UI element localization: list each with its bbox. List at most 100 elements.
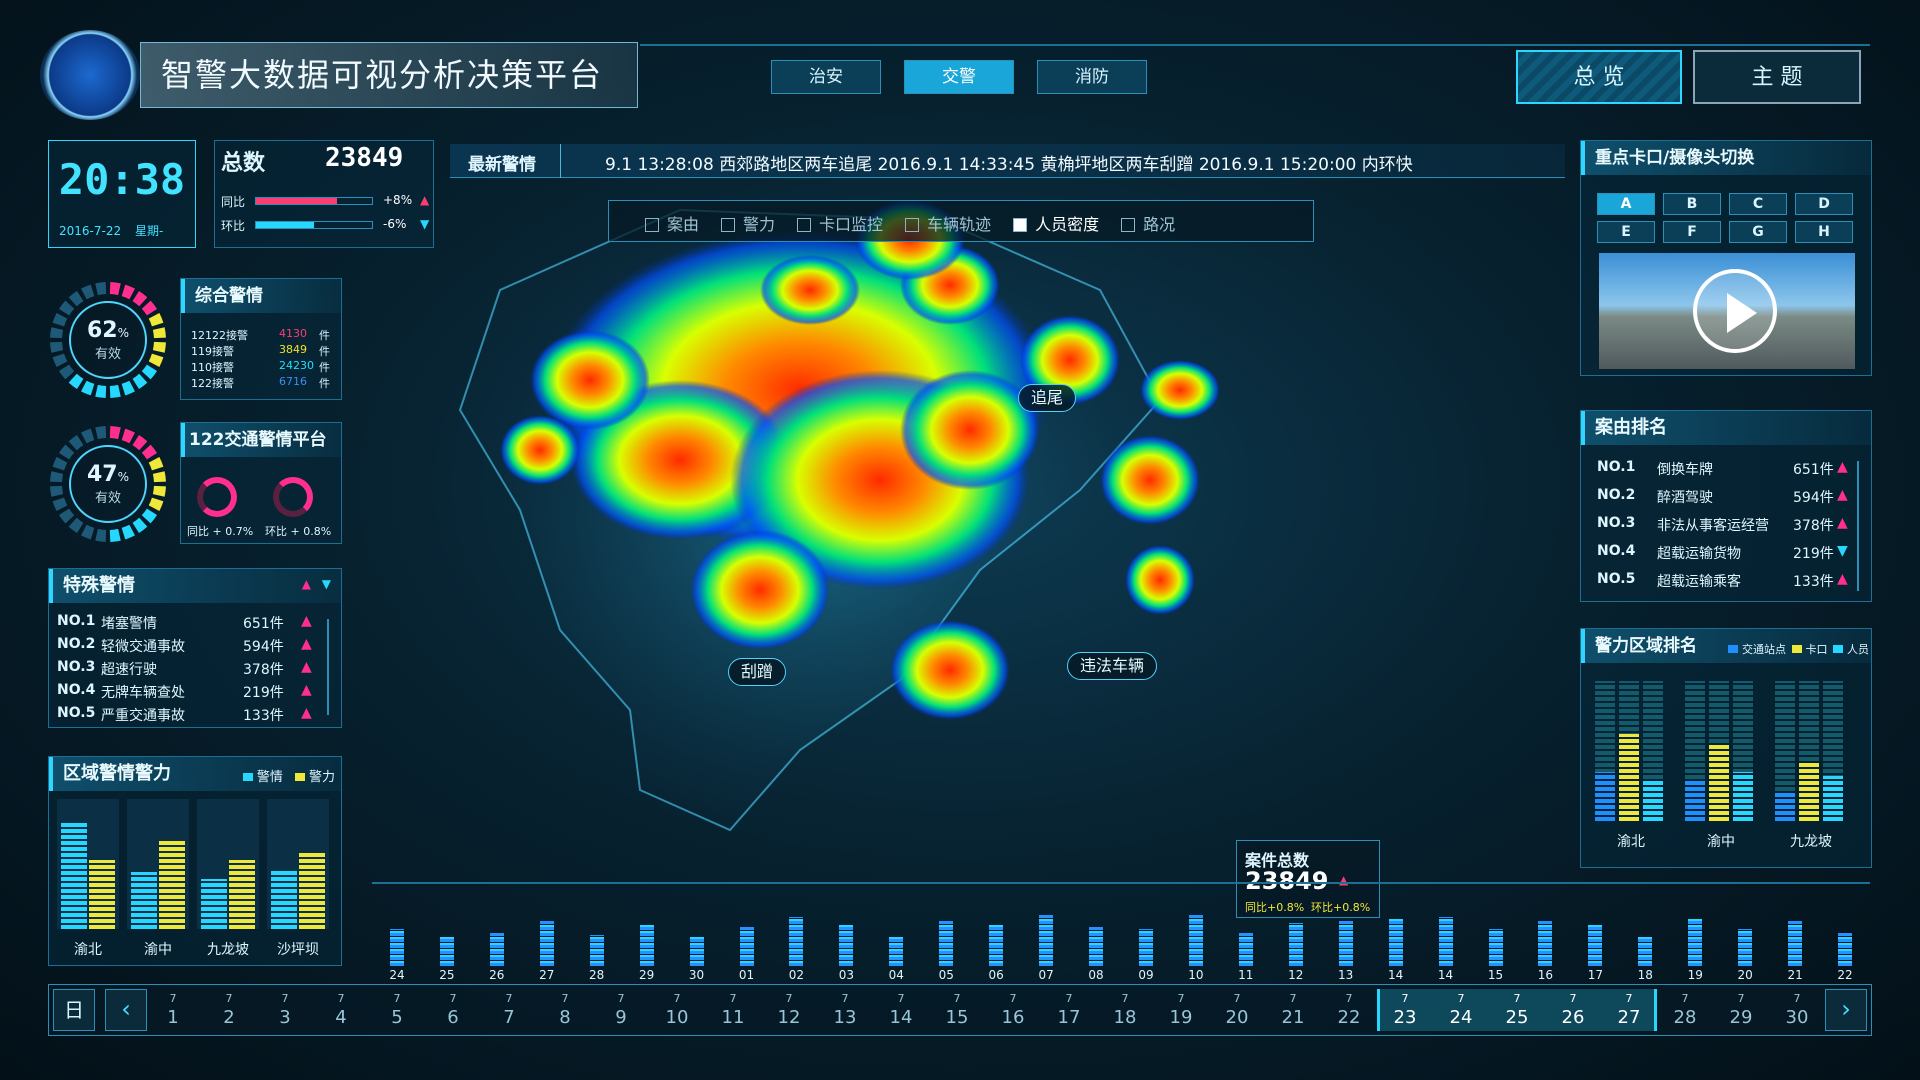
timeline-bar[interactable]: [639, 925, 654, 966]
date-cell[interactable]: 76: [425, 989, 481, 1031]
date-cell[interactable]: 7 18: [1097, 989, 1153, 1031]
theme-button[interactable]: 主 题: [1693, 50, 1861, 104]
timeline-bar[interactable]: [1688, 918, 1703, 966]
anyou-scrollbar[interactable]: [1857, 461, 1859, 591]
date-cell[interactable]: 79: [593, 989, 649, 1031]
date-cell[interactable]: 7 28: [1657, 989, 1713, 1031]
teshu-scrollbar[interactable]: [327, 619, 329, 715]
filter-5[interactable]: 路况: [1121, 211, 1175, 235]
timeline-bar[interactable]: [1438, 916, 1453, 966]
rank-row[interactable]: NO.1 堵塞警情 651件 ▲: [57, 613, 317, 635]
timeline-bar[interactable]: [789, 916, 804, 966]
map-tag-illegal-vehicle[interactable]: 违法车辆: [1067, 652, 1158, 680]
timeline-bar[interactable]: [689, 937, 704, 966]
date-cell[interactable]: 7 14: [873, 989, 929, 1031]
checkbox-icon[interactable]: [721, 218, 736, 232]
camera-button[interactable]: H: [1795, 221, 1853, 243]
timeline-bar[interactable]: [1588, 925, 1603, 966]
timeline-bar[interactable]: [1788, 920, 1803, 966]
timeline-bar[interactable]: [1738, 929, 1753, 966]
date-cell[interactable]: 7 19: [1153, 989, 1209, 1031]
date-cell[interactable]: 7 27: [1601, 989, 1657, 1031]
timeline-bar[interactable]: [939, 920, 954, 966]
date-cell[interactable]: 7 12: [761, 989, 817, 1031]
date-cell[interactable]: 77: [481, 989, 537, 1031]
date-cell[interactable]: 71: [145, 989, 201, 1031]
date-cell[interactable]: 7 20: [1209, 989, 1265, 1031]
camera-button[interactable]: A: [1597, 193, 1655, 215]
rank-row[interactable]: NO.2 轻微交通事故 594件 ▲: [57, 636, 317, 658]
filter-4[interactable]: 人员密度: [1013, 211, 1099, 235]
camera-button[interactable]: C: [1729, 193, 1787, 215]
checkbox-icon[interactable]: [645, 218, 659, 232]
map-tag-scrape[interactable]: 刮蹭: [728, 658, 787, 686]
date-cell[interactable]: 73: [257, 989, 313, 1031]
checkbox-icon[interactable]: [1121, 218, 1136, 232]
rank-row[interactable]: NO.1 倒换车牌 651件 ▲: [1597, 459, 1848, 481]
checkbox-icon[interactable]: [797, 218, 812, 232]
timeline-bar[interactable]: [1039, 915, 1054, 966]
timeline-bar[interactable]: [439, 937, 454, 966]
timeline-bar[interactable]: [1638, 937, 1653, 966]
map-tag-rear-end[interactable]: 追尾: [1018, 384, 1077, 412]
rank-row[interactable]: NO.3 超速行驶 378件 ▲: [57, 659, 317, 681]
date-cell[interactable]: 74: [313, 989, 369, 1031]
overview-button[interactable]: 总 览: [1516, 50, 1682, 104]
tab-zhian[interactable]: 治安: [771, 60, 881, 94]
timeline-bar[interactable]: [1388, 918, 1403, 966]
filter-3[interactable]: 车辆轨迹: [905, 211, 991, 235]
rank-row[interactable]: NO.4 无牌车辆查处 219件 ▲: [57, 682, 317, 704]
timeline-bar[interactable]: [1538, 920, 1553, 966]
camera-video-feed[interactable]: [1599, 253, 1855, 369]
timeline-bar[interactable]: [1338, 920, 1353, 966]
timeline-bar[interactable]: [739, 926, 754, 966]
filter-1[interactable]: 警力: [721, 211, 775, 235]
timeline-bar[interactable]: [989, 925, 1004, 966]
timeline-bar[interactable]: [489, 933, 504, 966]
timeline-bar[interactable]: [1188, 915, 1203, 966]
date-cell[interactable]: 7 26: [1545, 989, 1601, 1031]
date-cell[interactable]: 7 11: [705, 989, 761, 1031]
date-cell[interactable]: 7 24: [1433, 989, 1489, 1031]
checkbox-icon[interactable]: [1013, 218, 1028, 232]
date-cell[interactable]: 72: [201, 989, 257, 1031]
timeline-bar[interactable]: [1138, 929, 1153, 966]
date-cell[interactable]: 7 17: [1041, 989, 1097, 1031]
tab-xiaofang[interactable]: 消防: [1037, 60, 1147, 94]
date-cell[interactable]: 7 15: [929, 989, 985, 1031]
date-cell[interactable]: 7 25: [1489, 989, 1545, 1031]
timeline-bar[interactable]: [839, 925, 854, 966]
rank-row[interactable]: NO.3 非法从事客运经营 378件 ▲: [1597, 515, 1848, 537]
timeline-bar[interactable]: [1838, 933, 1853, 966]
checkbox-icon[interactable]: [905, 218, 920, 232]
date-cell[interactable]: 7 10: [649, 989, 705, 1031]
timeline-bar[interactable]: [539, 920, 554, 966]
camera-button[interactable]: E: [1597, 221, 1655, 243]
timeline-bar[interactable]: [889, 937, 904, 966]
tab-jiaojing[interactable]: 交警: [904, 60, 1014, 94]
timeline-bar[interactable]: [389, 929, 404, 966]
date-cell[interactable]: 7 29: [1713, 989, 1769, 1031]
rank-row[interactable]: NO.5 超载运输乘客 133件 ▲: [1597, 571, 1848, 593]
rank-row[interactable]: NO.4 超载运输货物 219件 ▼: [1597, 543, 1848, 565]
prev-arrow-icon[interactable]: ‹: [105, 989, 147, 1031]
date-cell[interactable]: 7 23: [1377, 989, 1433, 1031]
camera-button[interactable]: F: [1663, 221, 1721, 243]
date-cell[interactable]: 78: [537, 989, 593, 1031]
date-cell[interactable]: 7 21: [1265, 989, 1321, 1031]
sort-down-icon[interactable]: ▼: [322, 577, 331, 591]
date-cell[interactable]: 7 13: [817, 989, 873, 1031]
timeline-bar[interactable]: [1089, 926, 1104, 966]
date-cell[interactable]: 75: [369, 989, 425, 1031]
day-mode-button[interactable]: 日: [53, 989, 95, 1031]
sort-up-icon[interactable]: ▲: [302, 577, 311, 591]
camera-button[interactable]: D: [1795, 193, 1853, 215]
camera-button[interactable]: B: [1663, 193, 1721, 215]
date-cell[interactable]: 7 22: [1321, 989, 1377, 1031]
timeline-bar[interactable]: [1488, 929, 1503, 966]
rank-row[interactable]: NO.2 醉酒驾驶 594件 ▲: [1597, 487, 1848, 509]
timeline-bar[interactable]: [1288, 923, 1303, 966]
timeline-bar[interactable]: [1238, 933, 1253, 966]
date-cell[interactable]: 7 30: [1769, 989, 1825, 1031]
filter-0[interactable]: 案由: [645, 211, 699, 235]
